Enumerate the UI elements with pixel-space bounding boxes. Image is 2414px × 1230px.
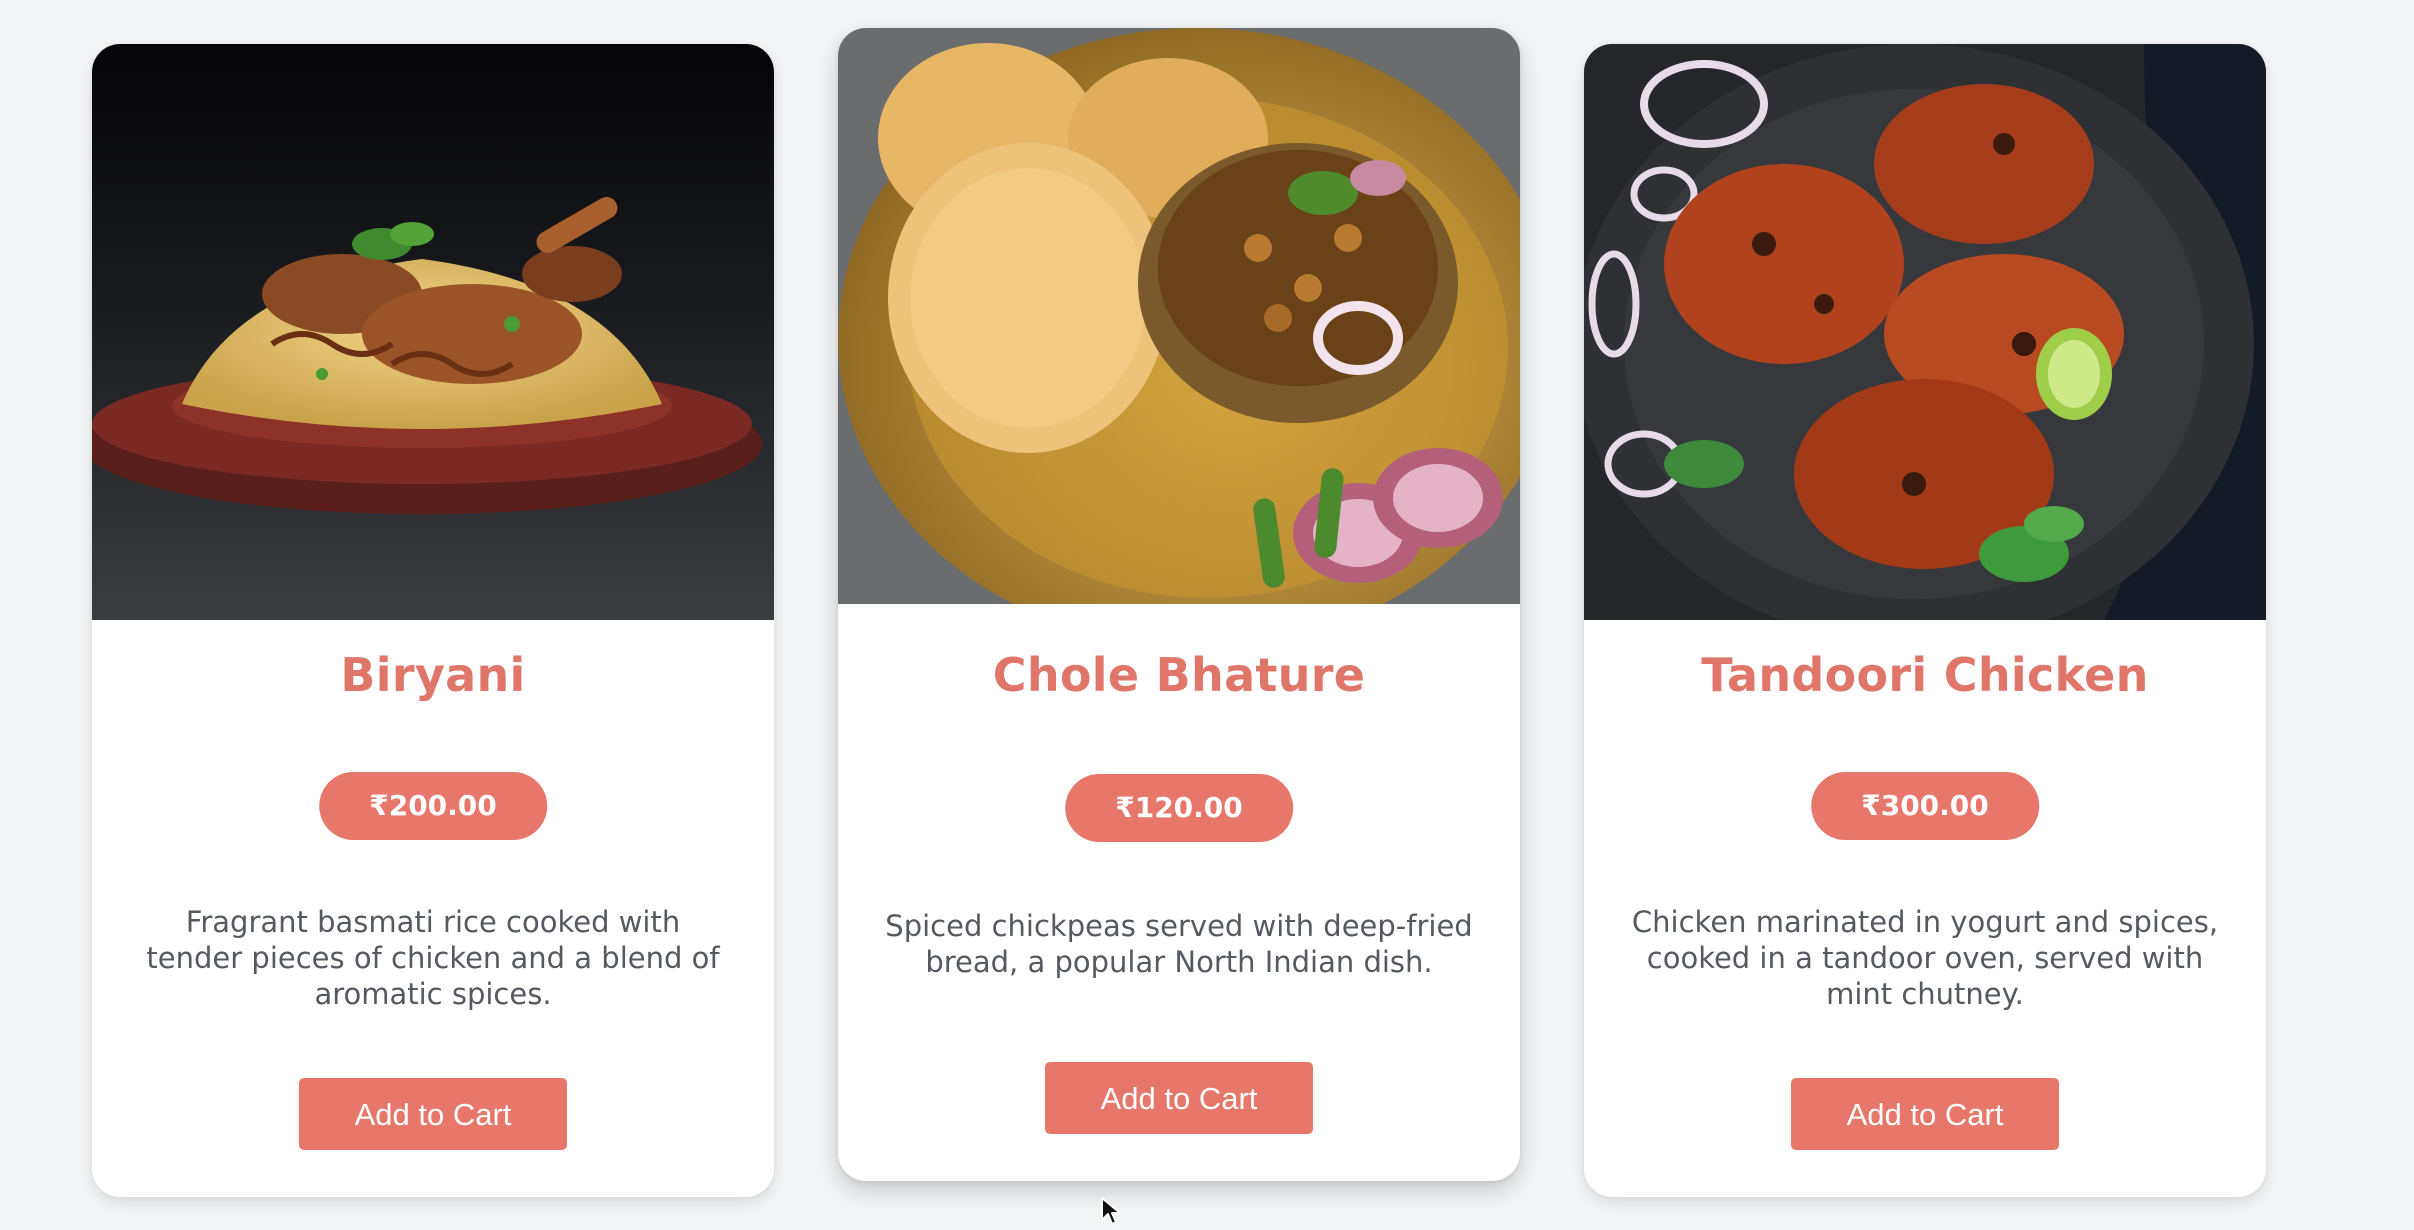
- add-to-cart-button[interactable]: Add to Cart: [1791, 1078, 2059, 1150]
- dish-image-biryani: [92, 44, 774, 620]
- price-badge: ₹300.00: [1811, 772, 2039, 840]
- add-to-cart-button[interactable]: Add to Cart: [1045, 1062, 1313, 1134]
- dish-description: Chicken marinated in yogurt and spices, …: [1631, 905, 2219, 1011]
- menu-card-chole-bhature: Chole Bhature ₹120.00 Spiced chickpeas s…: [838, 28, 1520, 1181]
- dish-description: Fragrant basmati rice cooked with tender…: [146, 905, 720, 1011]
- price-badge: ₹120.00: [1065, 774, 1293, 842]
- dish-image-chole-bhature: [838, 28, 1520, 604]
- add-to-cart-button[interactable]: Add to Cart: [299, 1078, 567, 1150]
- dish-name: Tandoori Chicken: [1701, 648, 2149, 702]
- dish-image-tandoori-chicken: [1584, 44, 2266, 620]
- dish-description: Spiced chickpeas served with deep-fried …: [885, 909, 1473, 979]
- price-badge: ₹200.00: [319, 772, 547, 840]
- mouse-pointer-icon: [1100, 1196, 1126, 1226]
- dish-name: Biryani: [340, 648, 526, 702]
- dish-name: Chole Bhature: [992, 648, 1366, 702]
- menu-card-biryani: Biryani ₹200.00 Fragrant basmati rice co…: [92, 44, 774, 1197]
- menu-card-tandoori-chicken: Tandoori Chicken ₹300.00 Chicken marinat…: [1584, 44, 2266, 1197]
